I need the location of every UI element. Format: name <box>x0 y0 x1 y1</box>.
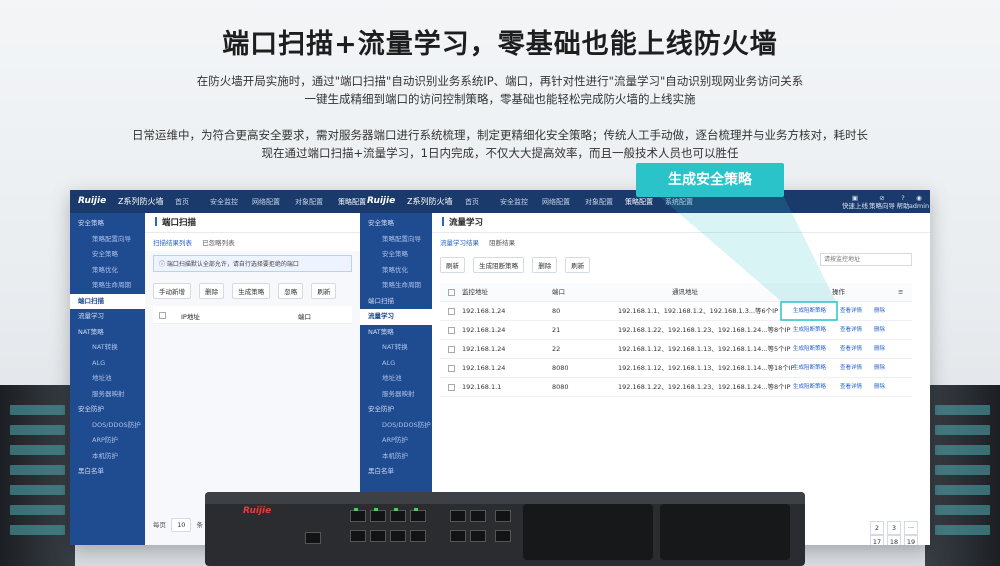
expansion-slot-1 <box>523 504 653 560</box>
generate-policy-callout: 生成安全策略 <box>636 163 784 197</box>
console-port <box>305 532 321 544</box>
callout-beam <box>660 197 838 321</box>
expansion-slot-2 <box>660 504 790 560</box>
device-logo: Ruijie <box>243 506 272 516</box>
firewall-device: Ruijie <box>205 492 805 566</box>
